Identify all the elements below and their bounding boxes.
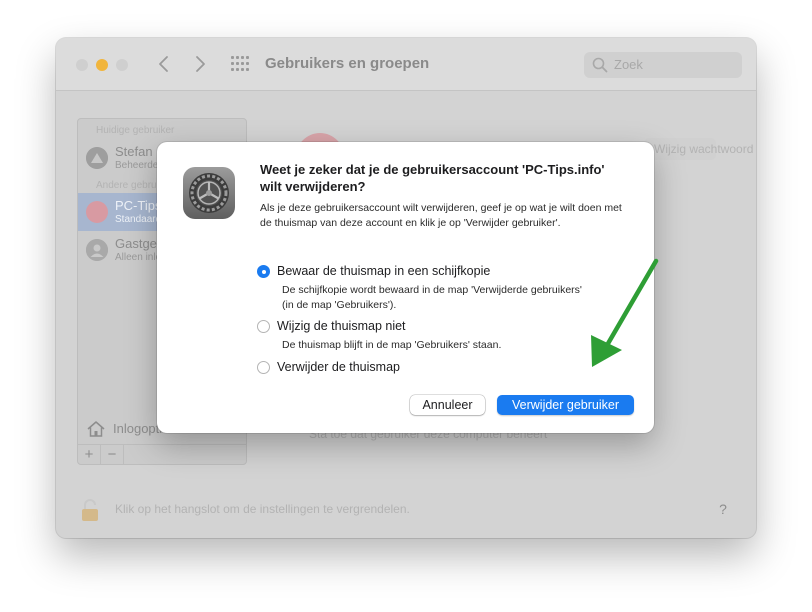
- dialog-title: Weet je zeker dat je de gebruikersaccoun…: [260, 162, 605, 194]
- sidebar-header-current: Huidige gebruiker: [96, 125, 175, 136]
- grid-icon[interactable]: [231, 56, 249, 72]
- search-icon: [592, 57, 608, 73]
- help-button[interactable]: ?: [712, 498, 734, 520]
- minimize-window-button[interactable]: [96, 59, 108, 71]
- lock-row[interactable]: Klik op het hangslot om de instellingen …: [80, 498, 500, 522]
- close-window-button[interactable]: [76, 59, 88, 71]
- option-description: De schijfkopie wordt bewaard in de map '…: [282, 284, 582, 311]
- chevron-right-icon[interactable]: [189, 53, 211, 75]
- sidebar-user-role: Beheerder: [115, 160, 162, 171]
- radio-keep-home-folder[interactable]: [257, 320, 270, 333]
- option-label: Wijzig de thuismap niet: [277, 319, 406, 333]
- sidebar-user-name: Stefan: [115, 144, 153, 159]
- remove-user-button[interactable]: −: [101, 445, 124, 465]
- avatar: [86, 201, 108, 223]
- change-password-label: Wijzig wachtwoord of log in...: [654, 142, 756, 156]
- padlock-icon[interactable]: [80, 498, 100, 522]
- add-user-button[interactable]: +: [78, 445, 101, 465]
- home-icon: [87, 421, 105, 437]
- sidebar-user-role: Standaard: [115, 214, 162, 225]
- change-password-button[interactable]: Wijzig wachtwoord of log in...: [644, 138, 756, 160]
- search-field[interactable]: Zoek: [584, 52, 742, 78]
- chevron-left-icon[interactable]: [153, 53, 175, 75]
- add-remove-bar: + −: [78, 444, 246, 465]
- avatar: [86, 147, 108, 169]
- green-arrow-annotation: [591, 258, 659, 367]
- option-label: Bewaar de thuismap in een schijfkopie: [277, 264, 491, 278]
- zoom-window-button[interactable]: [116, 59, 128, 71]
- guest-avatar-icon: [86, 239, 108, 261]
- cancel-button[interactable]: Annuleer: [410, 395, 485, 415]
- dialog-message: Als je deze gebruikersaccount wilt verwi…: [260, 202, 622, 229]
- window-title: Gebruikers en groepen: [265, 55, 430, 72]
- delete-user-button[interactable]: Verwijder gebruiker: [497, 395, 634, 415]
- system-preferences-gear-icon: [183, 167, 235, 219]
- option-description: De thuismap blijft in de map 'Gebruikers…: [282, 339, 502, 351]
- window-titlebar: Gebruikers en groepen Zoek: [56, 38, 756, 91]
- sidebar-user-name: PC-Tips: [115, 198, 162, 213]
- radio-delete-home-folder[interactable]: [257, 361, 270, 374]
- radio-keep-disk-image[interactable]: [257, 265, 270, 278]
- option-label: Verwijder de thuismap: [277, 360, 400, 374]
- lock-label: Klik op het hangslot om de instellingen …: [115, 502, 410, 516]
- search-placeholder: Zoek: [614, 57, 643, 72]
